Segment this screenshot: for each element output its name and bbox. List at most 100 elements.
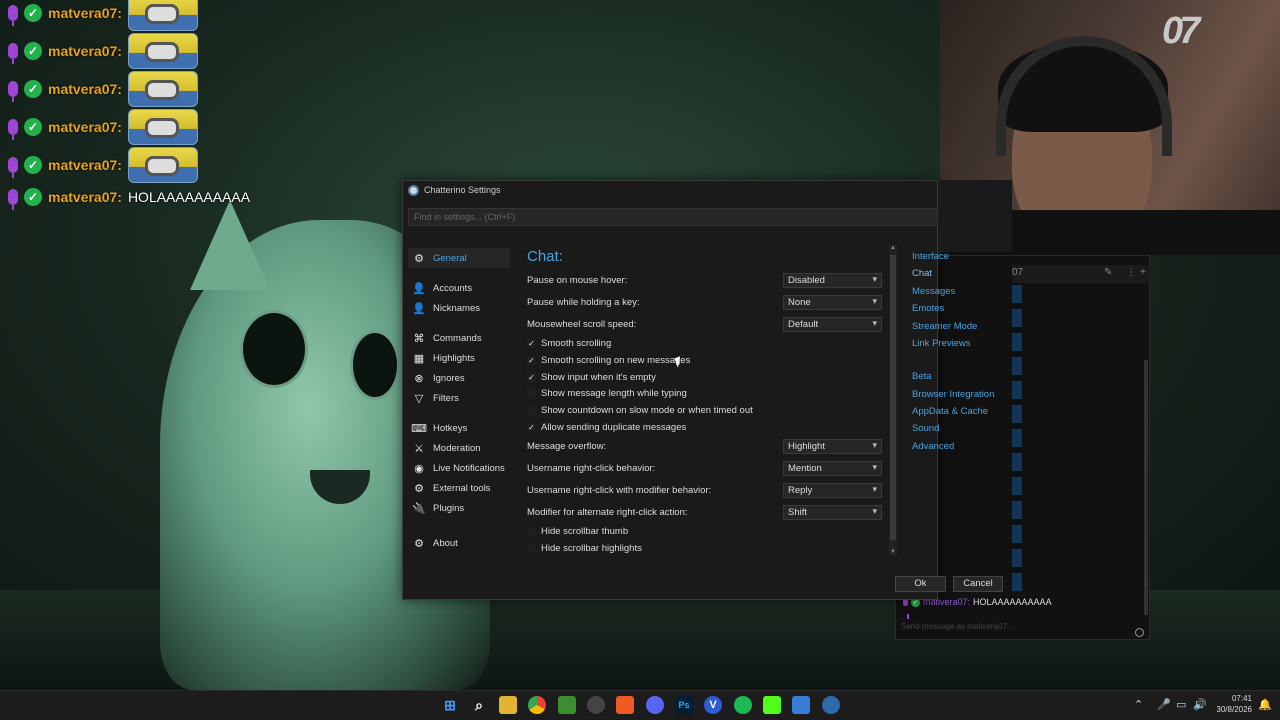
scroll-speed-select[interactable]: Default <box>783 317 882 332</box>
emoji-icon[interactable] <box>1135 628 1144 637</box>
pause-key-select[interactable]: None <box>783 295 882 310</box>
nav-highlights[interactable]: ▦ Highlights <box>408 348 510 368</box>
countdown-checkbox[interactable]: Show countdown on slow mode or when time… <box>527 405 753 416</box>
nav-commands[interactable]: ⌘ Commands <box>408 328 510 348</box>
nav-label: Nicknames <box>433 302 480 314</box>
split-scrollbar[interactable] <box>1144 360 1148 615</box>
add-split-icon[interactable]: + <box>1140 267 1146 278</box>
network-icon[interactable]: ▭ <box>1176 698 1186 711</box>
chatterino-taskbar-icon[interactable] <box>822 696 840 714</box>
minecraft-icon[interactable] <box>558 696 576 714</box>
checkbox-label: Smooth scrolling <box>541 338 612 349</box>
chrome-icon[interactable] <box>528 696 546 714</box>
rightclick-mod-select[interactable]: Reply <box>783 483 882 498</box>
hide-thumb-checkbox[interactable]: Hide scrollbar thumb <box>527 526 628 537</box>
modifier-alt-select[interactable]: Shift <box>783 505 882 520</box>
file-explorer-icon[interactable] <box>499 696 517 714</box>
nav-nicknames[interactable]: 👤 Nicknames <box>408 298 510 318</box>
spotify-icon[interactable] <box>734 696 752 714</box>
show-input-checkbox[interactable]: ✓ Show input when it's empty <box>527 372 656 383</box>
nav-live-notifications[interactable]: ◉ Live Notifications <box>408 458 510 478</box>
search-icon[interactable]: ⌕ <box>470 696 488 714</box>
more-icon[interactable]: ⋮ <box>1126 267 1136 278</box>
cancel-button[interactable]: Cancel <box>953 576 1003 592</box>
subnav-emotes[interactable]: Emotes <box>912 303 944 314</box>
duplicates-checkbox[interactable]: ✓ Allow sending duplicate messages <box>527 422 686 433</box>
split-tab-label[interactable]: 07 <box>1012 267 1023 278</box>
subnav-sound[interactable]: Sound <box>912 423 939 434</box>
subnav-beta[interactable]: Beta <box>912 371 932 382</box>
checkbox-box: ✓ <box>527 356 536 365</box>
checkbox-label: Show countdown on slow mode or when time… <box>541 405 753 416</box>
settings-scrollbar[interactable]: ▲ ▼ <box>889 245 897 555</box>
subnav-chat[interactable]: Chat <box>912 268 932 279</box>
gear-icon: ⚙ <box>414 482 424 495</box>
notifications-icon[interactable]: 🔔 <box>1258 698 1272 711</box>
obs-icon[interactable] <box>587 696 605 714</box>
subnav-link-previews[interactable]: Link Previews <box>912 338 971 349</box>
vpn-icon[interactable]: V <box>704 696 722 714</box>
scroll-down-icon[interactable]: ▼ <box>889 549 897 555</box>
overflow-label: Message overflow: <box>527 441 607 452</box>
pause-hover-label: Pause on mouse hover: <box>527 275 628 286</box>
kick-icon[interactable] <box>763 696 781 714</box>
rightclick-select[interactable]: Mention <box>783 461 882 476</box>
nav-about[interactable]: ⚙ About <box>408 533 510 553</box>
scroll-up-icon[interactable]: ▲ <box>889 245 897 251</box>
nav-moderation[interactable]: ⚔ Moderation <box>408 438 510 458</box>
plugin-icon: 🔌 <box>412 502 426 515</box>
minion-emote <box>127 71 198 107</box>
desktop: 07 ✓ matvera07: ✓ matvera07: ✓ matvera07… <box>0 0 1280 720</box>
chat-username: matvera07: <box>48 189 122 205</box>
nav-label: Accounts <box>433 282 473 294</box>
nav-external-tools[interactable]: ⚙ External tools <box>408 478 510 498</box>
settings-title: Chatterino Settings <box>424 185 501 195</box>
subnav-interface[interactable]: Interface <box>912 251 949 262</box>
smooth-new-checkbox[interactable]: ✓ Smooth scrolling on new messages <box>527 355 690 366</box>
volume-icon[interactable]: 🔊 <box>1193 698 1207 711</box>
nav-hotkeys[interactable]: ⌨ Hotkeys <box>408 418 510 438</box>
scrollbar-thumb[interactable] <box>890 255 896 540</box>
subnav-messages[interactable]: Messages <box>912 286 955 297</box>
ok-button[interactable]: Ok <box>895 576 946 592</box>
nav-label: About <box>433 537 458 549</box>
windows-start-icon[interactable]: ⊞ <box>441 696 459 714</box>
subnav-advanced[interactable]: Advanced <box>912 441 954 452</box>
brave-icon[interactable] <box>616 696 634 714</box>
nav-label: Hotkeys <box>433 422 468 434</box>
nav-general[interactable]: ⚙ General <box>408 248 510 268</box>
edit-icon[interactable]: ✎ <box>1104 267 1112 278</box>
nav-plugins[interactable]: 🔌 Plugins <box>408 498 510 518</box>
chatterino-icon: ⚙ <box>414 252 424 265</box>
subnav-browser-integration[interactable]: Browser Integration <box>912 389 994 400</box>
clock[interactable]: 07:41 30/8/2026 <box>1214 693 1252 715</box>
nav-label: Ignores <box>433 372 465 384</box>
hide-highlights-checkbox[interactable]: Hide scrollbar highlights <box>527 543 642 554</box>
overflow-select[interactable]: Highlight <box>783 439 882 454</box>
verified-badge-icon: ✓ <box>24 42 42 60</box>
pause-hover-select[interactable]: Disabled <box>783 273 882 288</box>
verified-badge-icon: ✓ <box>24 118 42 136</box>
msg-length-checkbox[interactable]: Show message length while typing <box>527 388 687 399</box>
tray-chevron-icon[interactable]: ⌃ <box>1134 698 1143 711</box>
photoshop-icon[interactable]: Ps <box>675 696 693 714</box>
smooth-scrolling-checkbox[interactable]: ✓ Smooth scrolling <box>527 338 611 349</box>
balloon-number: 07 <box>1162 10 1200 52</box>
discord-icon[interactable] <box>646 696 664 714</box>
pause-key-label: Pause while holding a key: <box>527 297 640 308</box>
settings-dialog-extension <box>938 180 1012 252</box>
nav-label: Moderation <box>433 442 481 454</box>
send-message-input[interactable]: Send message as mativera07... <box>899 618 1146 638</box>
microphone-icon[interactable]: 🎤 <box>1157 698 1171 711</box>
nav-accounts[interactable]: 👤 Accounts <box>408 278 510 298</box>
subnav-streamer-mode[interactable]: Streamer Mode <box>912 321 977 332</box>
nav-ignores[interactable]: ⊗ Ignores <box>408 368 510 388</box>
checkbox-label: Show input when it's empty <box>541 372 656 383</box>
nav-filters[interactable]: ▽ Filters <box>408 388 510 408</box>
minion-emote <box>127 147 198 183</box>
subnav-appdata-cache[interactable]: AppData & Cache <box>912 406 988 417</box>
settings-search-input[interactable]: Find in settings... (Ctrl+F) <box>408 208 938 226</box>
remote-icon[interactable] <box>792 696 810 714</box>
minion-emote <box>127 33 198 69</box>
cat-eye-left <box>240 310 308 388</box>
